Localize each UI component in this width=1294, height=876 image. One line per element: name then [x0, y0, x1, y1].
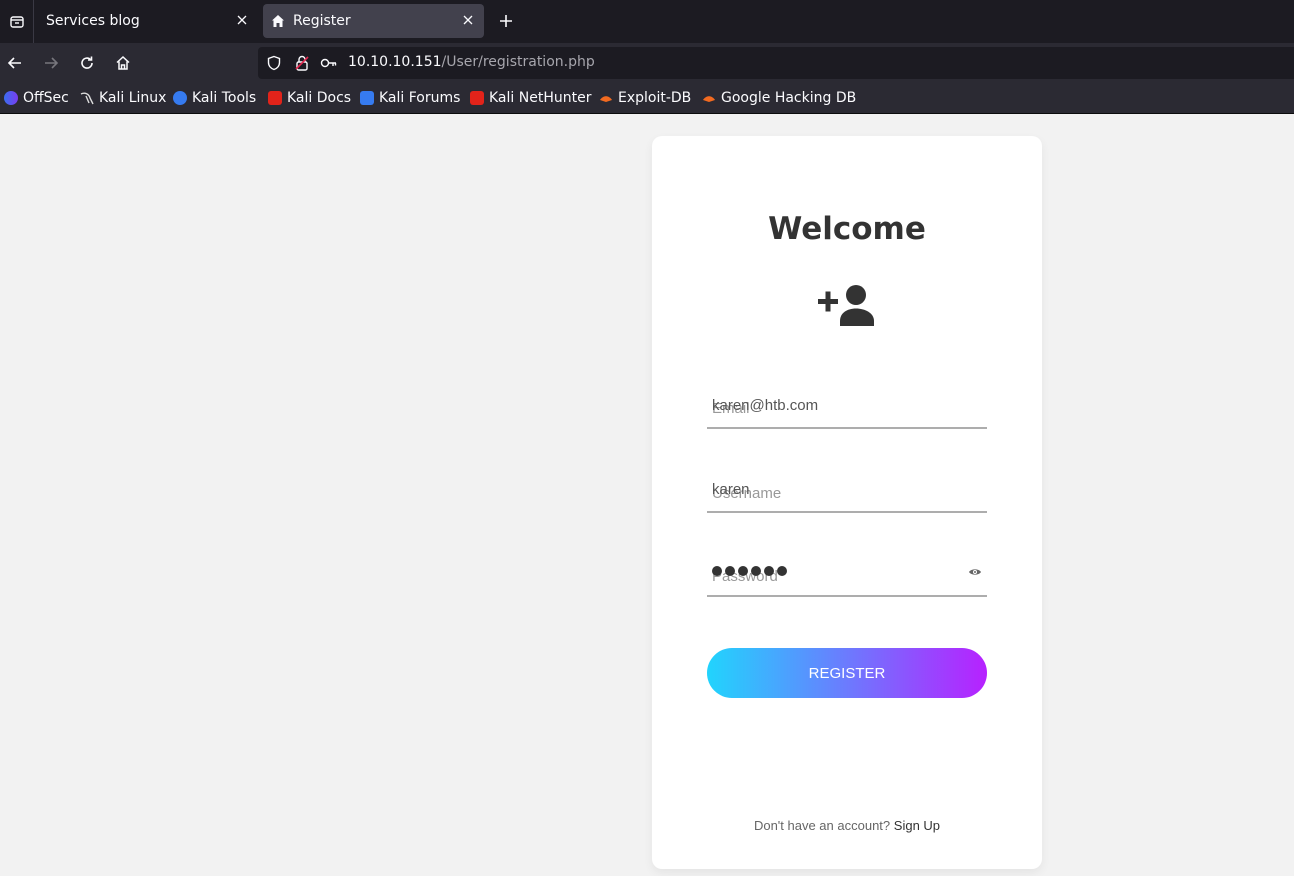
kali-dragon-icon [80, 92, 94, 105]
new-tab-button[interactable] [494, 9, 518, 33]
insecure-lock-icon[interactable] [294, 55, 310, 71]
kali-nethunter-icon [470, 91, 484, 105]
tab-title: Register [293, 13, 351, 29]
registration-card: Welcome Email karen@htb.com Username kar… [652, 136, 1042, 869]
bookmarks-toolbar: OffSec Kali Linux Kali Tools Kali Docs K… [0, 83, 1294, 114]
back-button[interactable] [3, 51, 27, 75]
home-icon [116, 55, 130, 70]
signup-prompt-text: Don't have an account? [753, 818, 891, 833]
bookmark-label: OffSec [23, 90, 69, 106]
reload-icon [81, 56, 93, 69]
bookmark-kali-docs[interactable]: Kali Docs [268, 90, 351, 106]
bookmark-label: Kali Tools [192, 90, 257, 106]
bookmark-exploit-db[interactable]: Exploit-DB [599, 90, 691, 106]
email-field[interactable]: Email karen@htb.com [707, 385, 987, 429]
tab-title: Services blog [46, 13, 140, 29]
bookmark-label: Exploit-DB [618, 90, 692, 106]
bookmark-kali-forums[interactable]: Kali Forums [360, 90, 460, 106]
url-host: 10.10.10.151 [348, 54, 442, 70]
tab-list-icon [9, 15, 24, 28]
bookmark-label: Kali Docs [287, 90, 352, 106]
bookmark-label: Kali Forums [379, 90, 461, 106]
sign-up-link[interactable]: Sign Up [894, 818, 940, 833]
tab-register[interactable]: Register [263, 4, 484, 38]
password-dot [712, 566, 722, 576]
home-favicon-icon [272, 15, 284, 27]
ghdb-icon [703, 96, 715, 102]
password-field[interactable]: Password [707, 553, 987, 597]
plus-icon [500, 15, 512, 27]
home-button[interactable] [111, 51, 135, 75]
password-dot [751, 566, 761, 576]
arrow-left-icon [7, 57, 21, 69]
kali-docs-icon [268, 91, 282, 105]
register-button[interactable]: REGISTER [707, 648, 987, 698]
password-mask [712, 566, 790, 576]
forward-button[interactable] [39, 51, 63, 75]
bookmark-kali-nethunter[interactable]: Kali NetHunter [470, 90, 591, 106]
page-title: Welcome [768, 211, 926, 247]
list-all-tabs-button[interactable] [0, 0, 34, 43]
exploitdb-icon [600, 96, 612, 102]
email-value: karen@htb.com [712, 397, 819, 414]
url-path: /User/registration.php [441, 54, 595, 70]
password-dot [777, 566, 787, 576]
kali-tools-icon [173, 91, 187, 105]
close-icon[interactable] [234, 12, 250, 28]
shield-icon[interactable] [266, 55, 282, 71]
bookmark-label: Kali NetHunter [489, 90, 592, 106]
bookmark-kali-linux[interactable]: Kali Linux [80, 90, 166, 106]
key-icon[interactable] [320, 55, 338, 71]
navigation-bar: 10.10.10.151/User/registration.php [0, 43, 1294, 83]
url-bar[interactable]: 10.10.10.151/User/registration.php [258, 47, 1294, 79]
tab-bar: Services blog Register [0, 0, 1294, 43]
close-icon[interactable] [460, 12, 476, 28]
user-plus-icon [818, 285, 874, 326]
bookmark-google-hacking-db[interactable]: Google Hacking DB [702, 90, 856, 106]
signup-prompt: Don't have an account? Sign Up [652, 818, 1042, 833]
offsec-icon [4, 91, 18, 105]
username-field[interactable]: Username karen [707, 469, 987, 513]
kali-forums-icon [360, 91, 374, 105]
bookmark-label: Kali Linux [99, 90, 167, 106]
bookmark-kali-tools[interactable]: Kali Tools [173, 90, 256, 106]
reload-button[interactable] [75, 51, 99, 75]
tab-services-blog[interactable]: Services blog [36, 4, 258, 38]
password-dot [725, 566, 735, 576]
bookmark-label: Google Hacking DB [721, 90, 857, 106]
arrow-right-icon [45, 57, 59, 69]
password-dot [764, 566, 774, 576]
username-value: karen [712, 481, 750, 498]
show-password-eye-icon[interactable] [968, 567, 982, 577]
bookmark-offsec[interactable]: OffSec [4, 90, 69, 106]
url-text[interactable]: 10.10.10.151/User/registration.php [348, 54, 595, 70]
password-dot [738, 566, 748, 576]
